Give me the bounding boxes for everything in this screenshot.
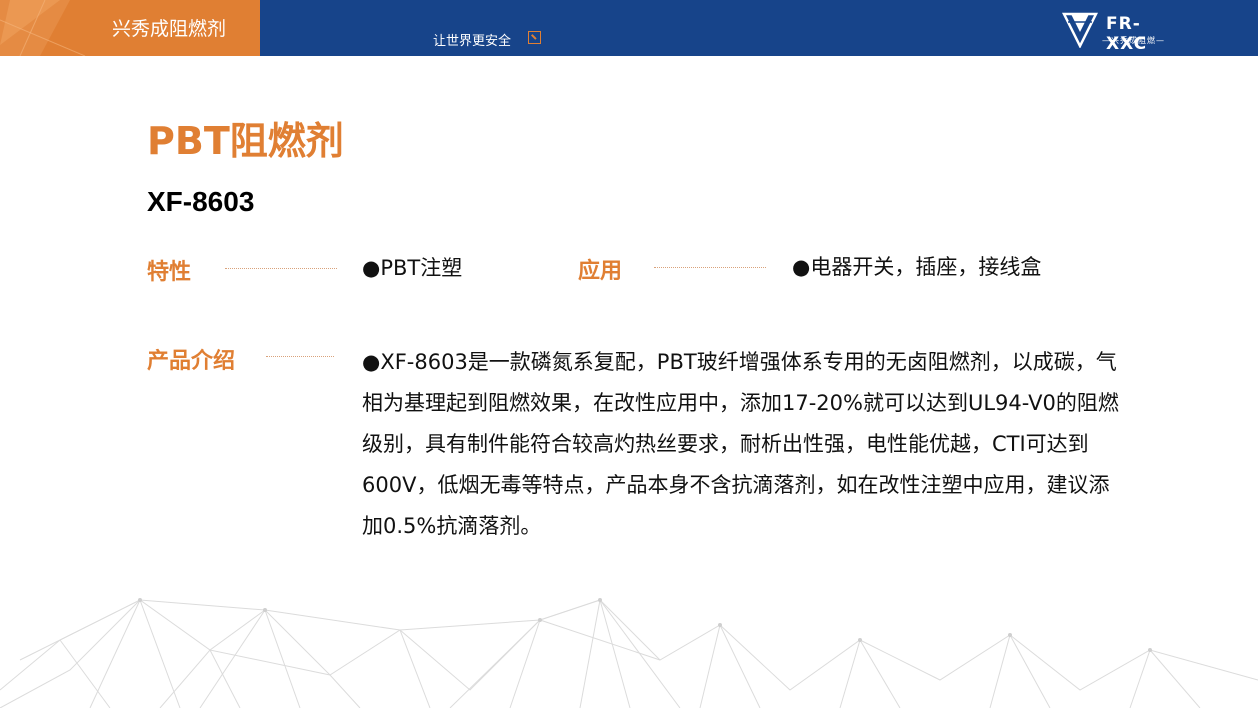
features-value: ●PBT注塑	[362, 256, 463, 280]
background-network-decoration	[0, 598, 1258, 708]
brand-title: 兴秀成阻燃剂	[112, 18, 227, 40]
product-model: XF-8603	[147, 186, 255, 217]
product-intro-text: ●XF-8603是一款磷氮系复配，PBT玻纤增强体系专用的无卤阻燃剂，以成碳，气…	[362, 350, 1119, 538]
slogan-check-icon	[528, 31, 541, 44]
page-title: PBT阻燃剂	[147, 119, 344, 163]
slogan: 让世界更安全	[433, 34, 512, 49]
header-bar: 兴秀成阻燃剂 让世界更安全 FR-XXC —兴秀成阻燃—	[0, 0, 1258, 56]
logo-subtext: —兴秀成阻燃—	[1102, 36, 1165, 45]
intro-leader-line	[266, 356, 334, 357]
intro-label: 产品介绍	[147, 349, 236, 374]
application-label: 应用	[578, 259, 623, 284]
application-value: ●电器开关，插座，接线盒	[792, 255, 1042, 279]
logo-text: FR-XXC	[1106, 14, 1148, 54]
logo-mark-icon	[1062, 12, 1098, 48]
features-label: 特性	[147, 260, 192, 285]
company-logo: FR-XXC —兴秀成阻燃—	[1062, 10, 1172, 54]
application-leader-line	[654, 267, 766, 268]
features-leader-line	[225, 268, 337, 269]
brand-tab: 兴秀成阻燃剂	[0, 0, 260, 56]
